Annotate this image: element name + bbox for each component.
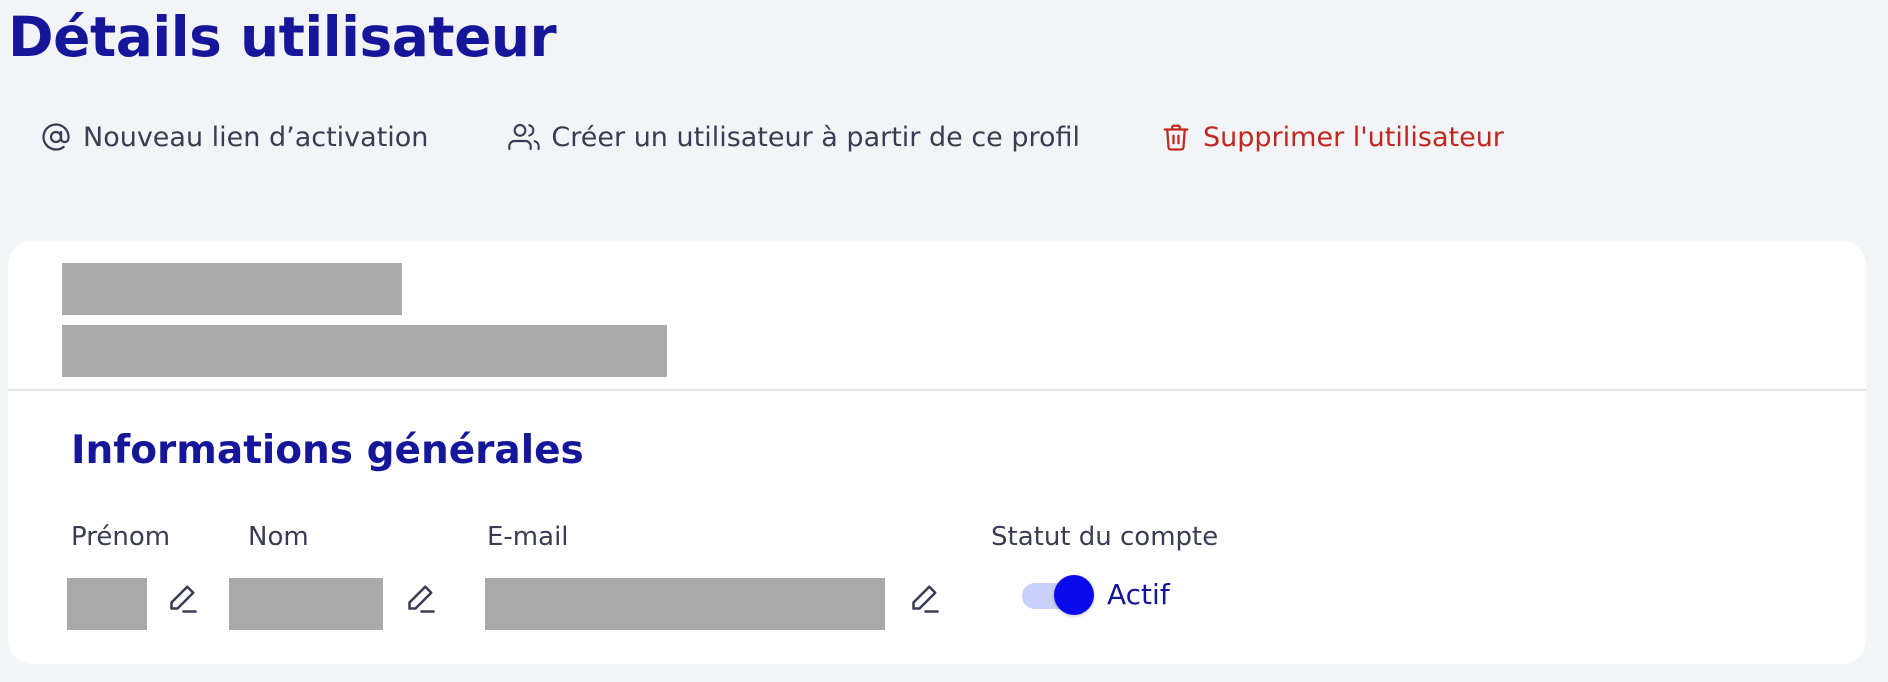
redacted-user-subtitle	[62, 325, 667, 377]
last-name-label: Nom	[248, 522, 309, 552]
toggle-knob	[1054, 575, 1094, 615]
new-activation-link-button[interactable]: Nouveau lien d’activation	[38, 119, 428, 155]
users-icon	[506, 119, 542, 155]
edit-last-name-button[interactable]	[400, 578, 440, 618]
account-status-value: Actif	[1107, 578, 1170, 611]
pencil-icon	[408, 585, 435, 613]
create-user-from-profile-button[interactable]: Créer un utilisateur à partir de ce prof…	[506, 119, 1080, 155]
redacted-email-value	[485, 578, 885, 630]
pencil-icon	[912, 585, 939, 613]
at-sign-icon	[38, 119, 74, 155]
delete-user-label: Supprimer l'utilisateur	[1203, 121, 1504, 153]
page-title: Détails utilisateur	[8, 5, 557, 69]
account-status-toggle[interactable]	[1014, 573, 1094, 617]
new-activation-link-label: Nouveau lien d’activation	[83, 121, 429, 153]
action-bar: Nouveau lien d’activation Créer un utili…	[38, 115, 1504, 159]
section-title-general-info: Informations générales	[71, 428, 584, 473]
delete-user-button[interactable]: Supprimer l'utilisateur	[1158, 119, 1504, 155]
first-name-label: Prénom	[71, 522, 171, 552]
pencil-icon	[170, 585, 197, 613]
user-card: Informations générales Prénom Nom E-mail…	[8, 241, 1866, 664]
user-details-page: Détails utilisateur Nouveau lien d’activ…	[0, 0, 1888, 682]
email-label: E-mail	[487, 522, 569, 552]
edit-email-button[interactable]	[904, 578, 944, 618]
card-divider	[8, 389, 1866, 391]
redacted-last-name-value	[229, 578, 383, 630]
redacted-user-name	[62, 263, 402, 315]
create-user-from-profile-label: Créer un utilisateur à partir de ce prof…	[551, 121, 1081, 153]
edit-first-name-button[interactable]	[162, 578, 202, 618]
account-status-label: Statut du compte	[991, 522, 1219, 552]
trash-icon	[1158, 119, 1194, 155]
redacted-first-name-value	[67, 578, 147, 630]
